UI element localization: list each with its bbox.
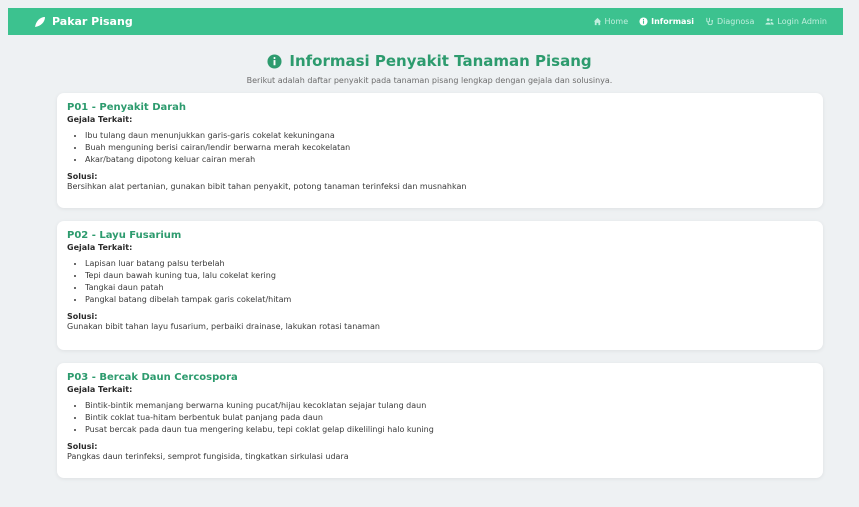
symptoms-label: Gejala Terkait: (67, 243, 133, 252)
page-title: Informasi Penyakit Tanaman Pisang (0, 52, 859, 70)
info-icon (639, 17, 648, 26)
nav-login-admin-label: Login Admin (777, 17, 827, 26)
solution-text: Gunakan bibit tahan layu fusarium, perba… (67, 322, 380, 331)
nav-diagnosa-label: Diagnosa (716, 17, 755, 26)
page-header: Informasi Penyakit Tanaman Pisang Beriku… (0, 52, 859, 85)
nav-informasi[interactable]: Informasi (639, 17, 694, 26)
solution-label: Solusi: (67, 442, 98, 451)
disease-title: P01 - Penyakit Darah (67, 102, 187, 113)
disease-card-p03: P03 - Bercak Daun Cercospora Gejala Terk… (57, 363, 823, 478)
disease-title: P02 - Layu Fusarium (67, 230, 182, 241)
symptom-item: Pangkal batang dibelah tampak garis coke… (85, 294, 813, 306)
symptom-item: Ibu tulang daun menunjukkan garis-garis … (85, 130, 813, 142)
symptom-item: Bintik-bintik memanjang berwarna kuning … (85, 400, 813, 412)
brand-name: Pakar Pisang (52, 15, 133, 28)
disease-card-p02: P02 - Layu Fusarium Gejala Terkait: Lapi… (57, 221, 823, 350)
page-title-text: Informasi Penyakit Tanaman Pisang (289, 52, 592, 70)
solution-text: Pangkas daun terinfeksi, semprot fungisi… (67, 452, 349, 461)
home-icon (593, 17, 601, 26)
symptom-item: Lapisan luar batang palsu terbelah (85, 258, 813, 270)
symptom-item: Tepi daun bawah kuning tua, lalu cokelat… (85, 270, 813, 282)
disease-card-p01: P01 - Penyakit Darah Gejala Terkait: Ibu… (57, 93, 823, 208)
nav-informasi-label: Informasi (651, 17, 694, 26)
symptoms-list: Ibu tulang daun menunjukkan garis-garis … (67, 130, 813, 166)
symptom-item: Tangkai daun patah (85, 282, 813, 294)
nav-home-label: Home (604, 17, 629, 26)
solution-label: Solusi: (67, 312, 98, 321)
nav-home[interactable]: Home (593, 17, 629, 26)
users-icon (765, 18, 775, 25)
nav-diagnosa[interactable]: Diagnosa (705, 17, 754, 26)
symptoms-label: Gejala Terkait: (67, 385, 133, 394)
page-subtitle: Berikut adalah daftar penyakit pada tana… (246, 76, 613, 85)
nav-login-admin[interactable]: Login Admin (765, 17, 827, 26)
symptom-item: Buah menguning berisi cairan/lendir berw… (85, 142, 813, 154)
symptom-item: Bintik coklat tua-hitam berbentuk bulat … (85, 412, 813, 424)
symptom-item: Pusat bercak pada daun tua mengering kel… (85, 424, 813, 436)
symptoms-label: Gejala Terkait: (67, 115, 133, 124)
leaf-icon (35, 16, 45, 27)
navbar: Pakar Pisang Home Informasi Diagnosa Log… (8, 8, 843, 35)
symptoms-list: Lapisan luar batang palsu terbelah Tepi … (67, 258, 813, 306)
solution-label: Solusi: (67, 172, 98, 181)
symptom-item: Akar/batang dipotong keluar cairan merah (85, 154, 813, 166)
info-icon (267, 53, 282, 69)
symptoms-list: Bintik-bintik memanjang berwarna kuning … (67, 400, 813, 436)
nav-menu: Home Informasi Diagnosa Login Admin (593, 17, 827, 26)
stethoscope-icon (706, 17, 714, 26)
disease-title: P03 - Bercak Daun Cercospora (67, 372, 238, 383)
brand[interactable]: Pakar Pisang (34, 15, 133, 28)
solution-text: Bersihkan alat pertanian, gunakan bibit … (67, 182, 467, 191)
